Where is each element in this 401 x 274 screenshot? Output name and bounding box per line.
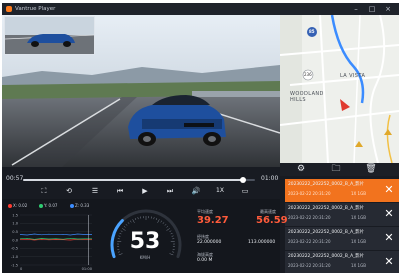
max-speed-value: 56.59	[256, 215, 288, 226]
file-name: 20230222_202252_0002_B_A_影片	[288, 182, 365, 187]
series-line-z	[19, 233, 92, 236]
playback-speed-button[interactable]: 1X	[213, 185, 227, 197]
speed-value: 53	[129, 229, 161, 254]
loop-icon[interactable]: ⟲	[62, 185, 76, 197]
map-label-route: 236	[304, 72, 312, 77]
x-tick-label: 0	[20, 267, 23, 271]
play-icon[interactable]: ▶	[138, 185, 152, 197]
gauge-tick	[162, 222, 165, 225]
gauge-tick	[170, 240, 175, 242]
gauge-tick	[170, 232, 173, 235]
file-date: 2023-02-22 20:31:20	[288, 263, 331, 268]
y-tick-label: -1.5	[11, 263, 18, 267]
gsensor-chart: 1.5 1.0 0.5 0.0 -0.5 -1.0 -1.50 01:00	[11, 213, 93, 271]
altitude-value: 0.00 M	[197, 258, 213, 263]
adjust-sliders-icon[interactable]: ☰	[88, 185, 102, 197]
gauge-tick	[132, 219, 135, 223]
file-size: 1X 1GB	[351, 263, 366, 268]
playback-controls: ⛶ ⟲ ☰ ⏮ ▶ ⏭ 🔊 1X ▭	[2, 185, 280, 197]
gauge-tick	[137, 217, 139, 220]
volume-icon[interactable]: 🔊	[189, 185, 203, 197]
gauge-tick	[157, 219, 160, 223]
y-tick-label: 1.5	[12, 213, 18, 217]
file-size: 1X 1GB	[351, 215, 366, 220]
gauge-tick	[166, 225, 169, 228]
remove-file-icon[interactable]: ✕	[383, 184, 395, 196]
settings-gear-icon[interactable]: ⚙	[294, 163, 308, 176]
gauge-tick	[153, 217, 155, 220]
map-label-town: WOODLAND HILLS	[290, 91, 324, 103]
total-time: 01:00	[261, 175, 279, 182]
file-date: 2023-02-22 20:31:20	[288, 239, 331, 244]
app-logo-icon	[6, 6, 12, 12]
delete-trash-icon[interactable]: 🗑	[364, 163, 378, 176]
map-label-highway: 85	[309, 29, 315, 34]
gauge-tick	[127, 222, 130, 225]
next-icon[interactable]: ⏭	[163, 185, 177, 197]
progress-knob[interactable]	[240, 177, 247, 183]
y-tick-label: -1.0	[11, 255, 19, 259]
file-name: 20230222_202252_0002_B_A_影片	[288, 254, 365, 259]
map-label-town: LA VISTA	[340, 73, 366, 79]
file-size: 1X 1GB	[351, 191, 366, 196]
player-window: Vantrue Player – □ × 85 236 LA VISTA WOO…	[2, 3, 399, 273]
longitude-value: 113.000000	[248, 240, 276, 245]
gauge-tick	[171, 235, 174, 237]
file-size: 1X 1GB	[351, 239, 366, 244]
gauge-tick	[129, 220, 132, 223]
previous-icon[interactable]: ⏮	[113, 185, 127, 197]
rear-camera-pip[interactable]	[4, 16, 95, 55]
gps-map[interactable]: 85 236 LA VISTA WOODLAND HILLS	[280, 15, 399, 163]
gauge-tick	[123, 225, 126, 228]
file-toolbar: ⚙ 🗀 🗑	[280, 163, 399, 176]
file-list-item[interactable]: 20230222_202252_0002_B_A_影片 2023-02-22 2…	[285, 203, 399, 226]
gauge-tick	[172, 251, 175, 253]
maximize-icon[interactable]: □	[366, 3, 378, 15]
speed-unit: KM/H	[139, 255, 151, 260]
gauge-tick	[155, 218, 158, 221]
y-tick-label: 0.0	[12, 238, 18, 242]
close-window-icon[interactable]: ×	[382, 3, 394, 15]
gauge-tick	[164, 223, 167, 226]
current-time: 00:57	[6, 175, 24, 182]
x-tick-label: 01:00	[82, 267, 93, 271]
y-tick-label: 1.0	[12, 222, 18, 226]
gauge-tick	[134, 218, 137, 221]
open-folder-icon[interactable]: 🗀	[329, 163, 343, 176]
file-list-item[interactable]: 20230222_202252_0002_B_A_影片 2023-02-22 2…	[285, 179, 399, 202]
avg-speed-value: 39.27	[197, 215, 229, 226]
file-date: 2023-02-22 20:31:20	[288, 191, 331, 196]
progress-fill	[23, 179, 244, 181]
window-title: Vantrue Player	[15, 6, 56, 12]
latitude-value: 22.000000	[197, 240, 222, 245]
remove-file-icon[interactable]: ✕	[383, 232, 395, 244]
screenshot-icon[interactable]: ⛶	[37, 185, 51, 197]
remove-file-icon[interactable]: ✕	[383, 208, 395, 220]
file-name: 20230222_202252_0002_B_A_影片	[288, 230, 365, 235]
gauge-tick	[160, 220, 163, 223]
gauge-tick	[125, 223, 128, 226]
file-date: 2023-02-22 20:31:20	[288, 215, 331, 220]
fullscreen-icon[interactable]: ▭	[238, 185, 252, 197]
remove-file-icon[interactable]: ✕	[383, 256, 395, 268]
file-list-item[interactable]: 20230222_202252_0002_B_A_影片 2023-02-22 2…	[285, 227, 399, 250]
title-bar: Vantrue Player – □ ×	[2, 3, 399, 15]
y-tick-label: 0.5	[12, 230, 18, 234]
gauge-tick	[169, 253, 174, 256]
file-list-item[interactable]: 20230222_202252_0002_B_A_影片 2023-02-22 2…	[285, 251, 399, 273]
file-list: 20230222_202252_0002_B_A_影片 2023-02-22 2…	[285, 179, 399, 273]
minimize-icon[interactable]: –	[350, 3, 362, 15]
progress-track[interactable]	[23, 177, 255, 183]
file-name: 20230222_202252_0002_B_A_影片	[288, 206, 365, 211]
y-tick-label: -0.5	[11, 247, 18, 251]
